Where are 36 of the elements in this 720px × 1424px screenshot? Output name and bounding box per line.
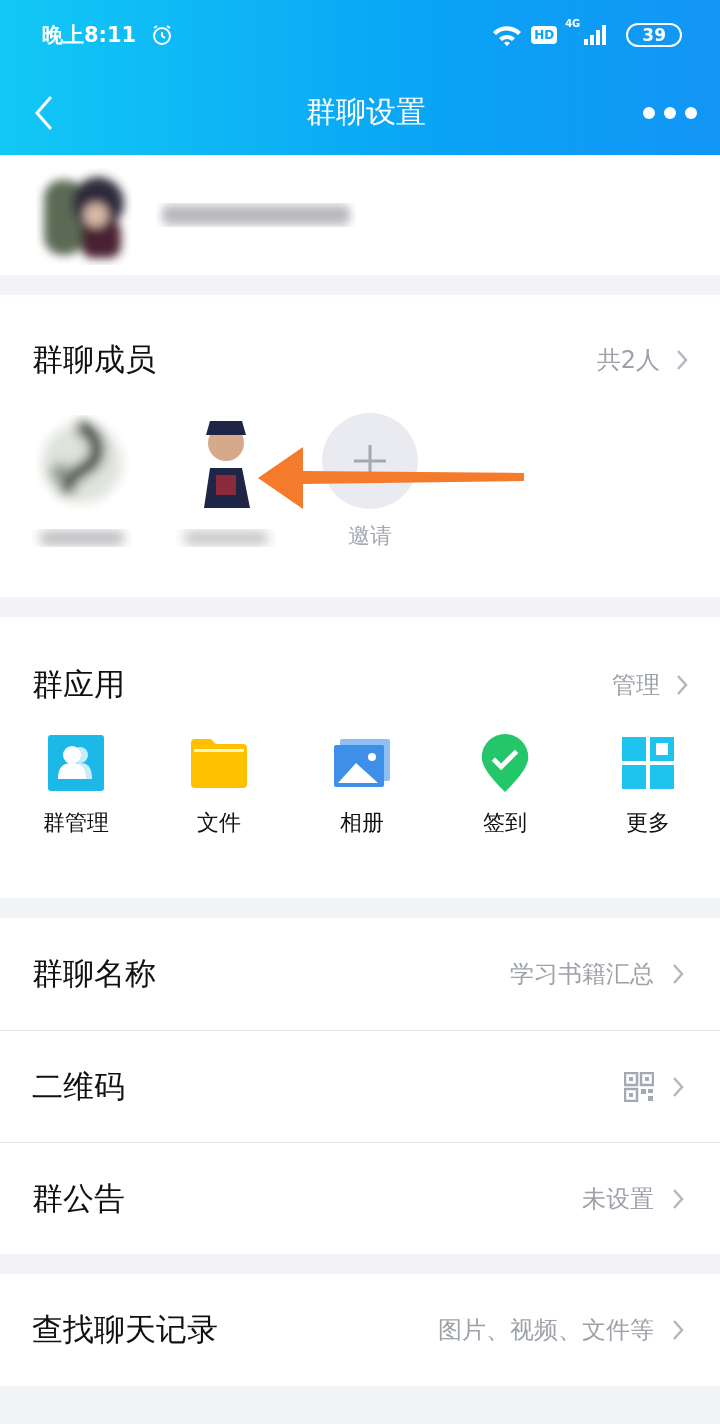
chevron-icon (672, 1187, 684, 1210)
people-icon[interactable] (46, 732, 106, 794)
settings-row[interactable]: 群公告 未设置 (0, 1142, 720, 1254)
wifi-icon (491, 23, 524, 47)
row-label: 群聊名称 (32, 954, 156, 993)
chevron-icon (672, 1319, 684, 1341)
row-label: 查找聊天记录 (32, 1310, 218, 1349)
page-title: 群聊设置 (306, 93, 426, 131)
app-label: 更多 (626, 809, 670, 837)
section-title: 群应用 (32, 664, 125, 704)
chevron-icon (676, 349, 688, 371)
app-label: 文件 (197, 809, 241, 837)
invite-label: 邀请 (348, 522, 392, 550)
qr-code-icon (624, 1071, 654, 1102)
network-label: 4G (565, 18, 581, 29)
app-label: 群管理 (43, 809, 109, 837)
row-value: 未设置 (582, 1183, 654, 1215)
settings-row[interactable]: 查找聊天记录 图片、视频、文件等 (0, 1274, 720, 1386)
row-value: 学习书籍汇总 (510, 959, 654, 990)
chevron-icon (672, 963, 684, 985)
settings-row[interactable]: 群聊名称 学习书籍汇总 (0, 918, 720, 1030)
hd-badge: HD (531, 26, 558, 44)
more-icon[interactable] (642, 105, 698, 120)
section-title: 群聊成员 (32, 340, 156, 379)
row-label: 群公告 (32, 1178, 125, 1218)
back-icon[interactable] (34, 94, 54, 131)
chevron-icon (676, 673, 688, 696)
settings-row[interactable]: 二维码 (0, 1030, 720, 1142)
app-label: 签到 (483, 809, 527, 837)
app-label: 相册 (340, 809, 384, 837)
row-label: 二维码 (32, 1066, 125, 1106)
signal-icon (582, 25, 609, 45)
battery-indicator: 39 (626, 23, 682, 47)
row-value: 图片、视频、文件等 (438, 1315, 654, 1346)
status-time: 晚上8:11 (42, 22, 137, 49)
chevron-icon (672, 1075, 684, 1098)
